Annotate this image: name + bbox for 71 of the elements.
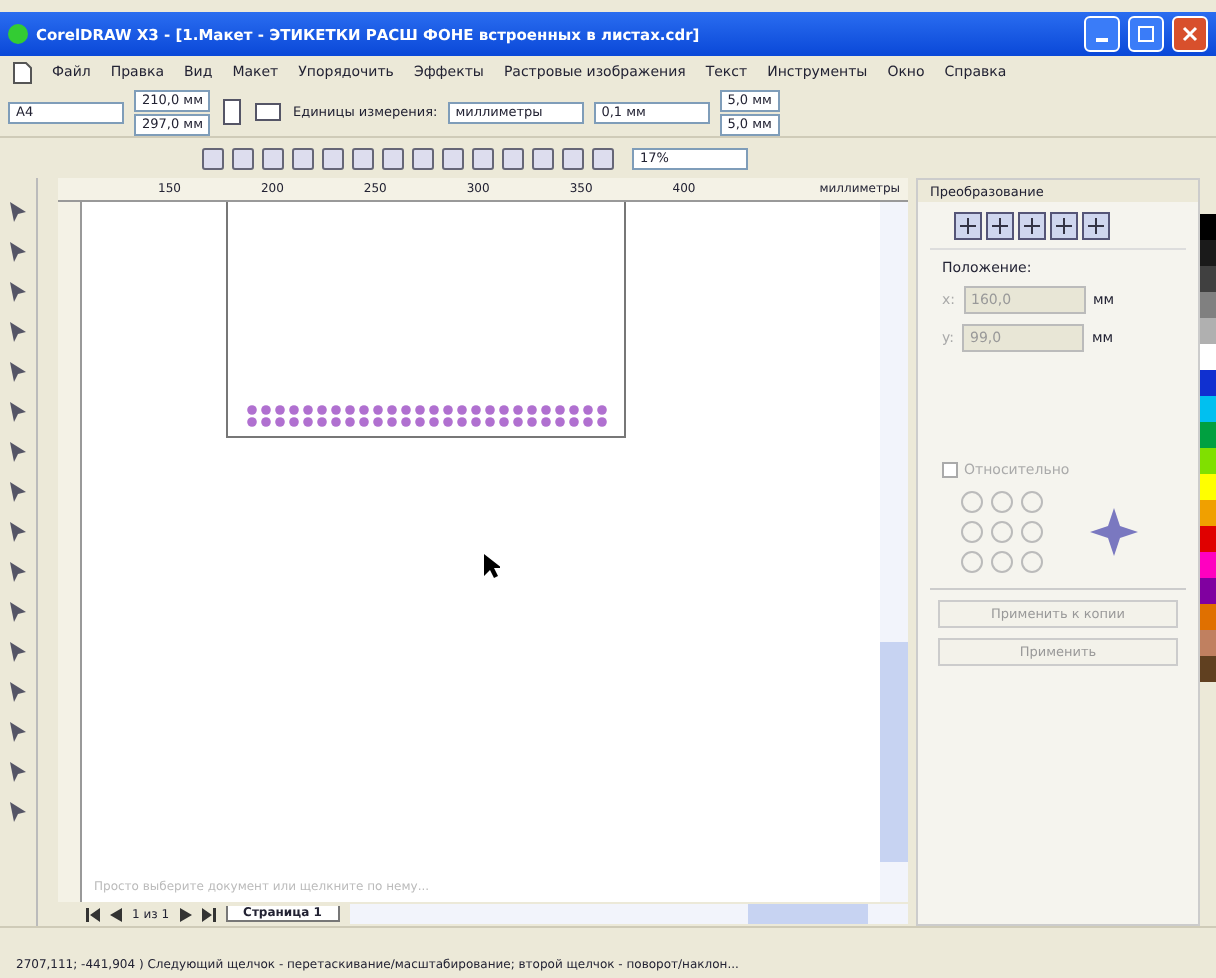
color-swatch[interactable] — [1200, 552, 1216, 578]
compass-icon — [1086, 504, 1142, 560]
vertical-scrollbar[interactable] — [880, 202, 908, 902]
relative-checkbox[interactable] — [942, 462, 958, 478]
color-swatch[interactable] — [1200, 318, 1216, 344]
color-swatch[interactable] — [1200, 240, 1216, 266]
transform-mode-icon[interactable] — [1018, 212, 1046, 240]
previous-page-icon[interactable] — [110, 907, 122, 921]
toolbar-icon[interactable] — [410, 145, 436, 171]
color-swatch[interactable] — [1200, 344, 1216, 370]
tool-icon[interactable] — [6, 278, 30, 306]
document-icon[interactable] — [12, 61, 32, 83]
toolbar-icon[interactable] — [260, 145, 286, 171]
first-page-icon[interactable] — [86, 907, 100, 921]
color-swatch[interactable] — [1200, 604, 1216, 630]
tool-icon[interactable] — [6, 518, 30, 546]
tool-icon[interactable] — [6, 478, 30, 506]
tool-icon[interactable] — [6, 758, 30, 786]
color-swatch[interactable] — [1200, 526, 1216, 552]
color-swatch[interactable] — [1200, 370, 1216, 396]
close-icon — [1182, 26, 1198, 42]
color-swatch[interactable] — [1200, 214, 1216, 240]
transform-mode-icon[interactable] — [954, 212, 982, 240]
landscape-icon[interactable] — [254, 100, 283, 124]
tool-icon[interactable] — [6, 198, 30, 226]
toolbar-icon[interactable] — [500, 145, 526, 171]
transform-mode-icon[interactable] — [1082, 212, 1110, 240]
toolbar-icon[interactable] — [200, 145, 226, 171]
color-swatch[interactable] — [1200, 630, 1216, 656]
app-icon — [8, 24, 28, 44]
color-swatch[interactable] — [1200, 422, 1216, 448]
maximize-icon — [1138, 26, 1154, 42]
toolbar-icon[interactable] — [320, 145, 346, 171]
toolbar-icon[interactable] — [560, 145, 586, 171]
portrait-icon[interactable] — [220, 98, 245, 126]
minimize-button[interactable] — [1084, 16, 1120, 52]
next-page-icon[interactable] — [179, 907, 192, 921]
toolbar-icon[interactable] — [380, 145, 406, 171]
color-swatch[interactable] — [1200, 396, 1216, 422]
toolbar-icon[interactable] — [440, 145, 466, 171]
toolbar-icon[interactable] — [290, 145, 316, 171]
pointer-cursor-icon — [482, 552, 500, 580]
transform-mode-icon[interactable] — [986, 212, 1014, 240]
toolbar-icon[interactable] — [230, 145, 256, 171]
maximize-button[interactable] — [1128, 16, 1164, 52]
tool-icon[interactable] — [6, 358, 30, 386]
tool-icon[interactable] — [6, 438, 30, 466]
tool-icon[interactable] — [6, 318, 30, 346]
color-swatch[interactable] — [1200, 474, 1216, 500]
tool-icon[interactable] — [6, 238, 30, 266]
tool-icon[interactable] — [6, 398, 30, 426]
color-swatch[interactable] — [1200, 656, 1216, 682]
tool-icon[interactable] — [6, 678, 30, 706]
last-page-icon[interactable] — [201, 907, 216, 921]
tool-icon[interactable] — [6, 558, 30, 586]
color-swatch[interactable] — [1200, 448, 1216, 474]
tool-icon[interactable] — [6, 638, 30, 666]
toolbar-icon[interactable] — [350, 145, 376, 171]
color-swatch[interactable] — [1200, 266, 1216, 292]
toolbar-icon[interactable] — [530, 145, 556, 171]
toolbar-icon[interactable] — [470, 145, 496, 171]
transform-mode-icon[interactable] — [1050, 212, 1078, 240]
close-button[interactable] — [1172, 16, 1208, 52]
color-swatch[interactable] — [1200, 578, 1216, 604]
tool-icon[interactable] — [6, 718, 30, 746]
color-swatch[interactable] — [1200, 292, 1216, 318]
horizontal-scrollbar[interactable] — [349, 904, 908, 924]
color-swatch[interactable] — [1200, 500, 1216, 526]
tool-icon[interactable] — [6, 598, 30, 626]
tool-icon[interactable] — [6, 798, 30, 826]
toolbar-icon[interactable] — [590, 145, 616, 171]
